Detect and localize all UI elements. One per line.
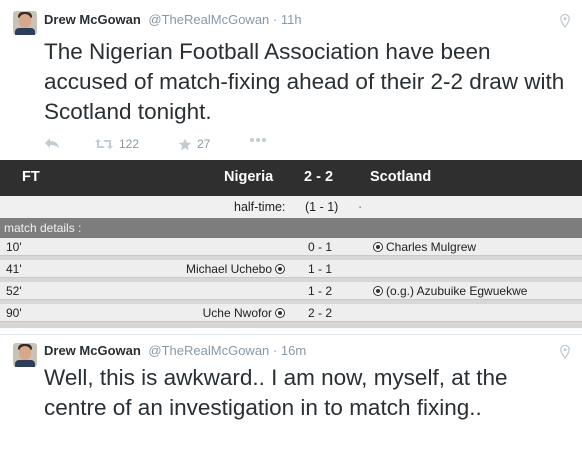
match-status: FT [22, 169, 40, 185]
away-scorer-name: (o.g.) Azubuike Egwuekwe [386, 284, 528, 298]
football-icon [275, 308, 285, 318]
final-score: 2 - 2 [304, 169, 334, 185]
event-score: 0 - 1 [308, 240, 333, 254]
home-scorer-name: Michael Uchebo [185, 262, 272, 276]
avatar[interactable] [13, 11, 37, 35]
tweet: Drew McGowan @TheRealMcGowan · 11h The N… [0, 0, 582, 160]
event-score: 2 - 2 [308, 306, 333, 320]
home-scorer-name: Uche Nwofor [202, 306, 272, 320]
away-team: Scotland [370, 169, 432, 185]
home-scorer: Michael Uchebo [186, 262, 288, 276]
football-icon [275, 264, 285, 274]
event-score: 1 - 1 [308, 262, 333, 276]
match-header: FT Nigeria 2 - 2 Scotland [0, 160, 582, 196]
event-score: 1 - 2 [308, 284, 333, 298]
match-result-card: FT Nigeria 2 - 2 Scotland half-time: (1 … [0, 160, 582, 328]
author-name[interactable]: Drew McGowan [44, 343, 141, 358]
away-scorer: (o.g.) Azubuike Egwuekwe [370, 284, 527, 298]
favorite-icon [178, 138, 192, 150]
timestamp[interactable]: 11h [281, 12, 302, 27]
retweet-count: 122 [119, 137, 140, 151]
event-minute: 52' [6, 284, 22, 298]
reply-icon [45, 138, 59, 148]
timestamp[interactable]: 16m [281, 343, 306, 358]
avatar[interactable] [13, 343, 37, 367]
location-pin-icon[interactable] [560, 14, 570, 28]
match-event-row: 41' Michael Uchebo 1 - 1 [0, 260, 582, 278]
separator: · [272, 343, 278, 358]
tweet: Drew McGowan @TheRealMcGowan · 16m Well,… [0, 334, 582, 460]
event-minute: 10' [6, 240, 22, 254]
author-handle[interactable]: @TheRealMcGowan [148, 12, 269, 27]
football-icon [373, 242, 383, 252]
author-handle[interactable]: @TheRealMcGowan [148, 343, 269, 358]
favorite-button[interactable]: 27 [178, 137, 210, 151]
tweet-text: The Nigerian Football Association have b… [44, 39, 565, 124]
location-pin-icon[interactable] [560, 345, 570, 359]
more-icon [250, 138, 266, 142]
match-event-row: 52' 1 - 2 (o.g.) Azubuike Egwuekwe [0, 282, 582, 300]
event-minute: 90' [6, 306, 22, 320]
tweet-actions: 122 27 [44, 137, 304, 155]
away-scorer-name: Charles Mulgrew [386, 240, 477, 254]
match-event-row: 10' 0 - 1 Charles Mulgrew [0, 238, 582, 256]
tweet-header: Drew McGowan @TheRealMcGowan · 16m [44, 343, 306, 358]
event-minute: 41' [6, 262, 22, 276]
away-scorer: Charles Mulgrew [370, 240, 476, 254]
match-details-bar: match details : [0, 218, 582, 238]
halftime-label: half-time: [234, 200, 286, 214]
football-icon [373, 286, 383, 296]
reply-button[interactable] [44, 137, 60, 149]
retweet-button[interactable]: 122 [94, 137, 139, 151]
separator: · [272, 12, 278, 27]
retweet-icon [95, 139, 113, 149]
halftime-row: half-time: (1 - 1) · [0, 196, 582, 218]
match-event-row: 90' Uche Nwofor 2 - 2 [0, 304, 582, 322]
halftime-dot: · [358, 200, 363, 214]
halftime-score: (1 - 1) [305, 200, 339, 214]
more-button[interactable] [249, 137, 267, 143]
home-scorer: Uche Nwofor [203, 306, 288, 320]
favorite-count: 27 [197, 137, 211, 151]
author-name[interactable]: Drew McGowan [44, 12, 141, 27]
home-team: Nigeria [224, 169, 274, 185]
match-details-label: match details : [4, 221, 82, 235]
tweet-header: Drew McGowan @TheRealMcGowan · 11h [44, 12, 302, 27]
tweet-text: Well, this is awkward.. I am now, myself… [44, 365, 508, 420]
